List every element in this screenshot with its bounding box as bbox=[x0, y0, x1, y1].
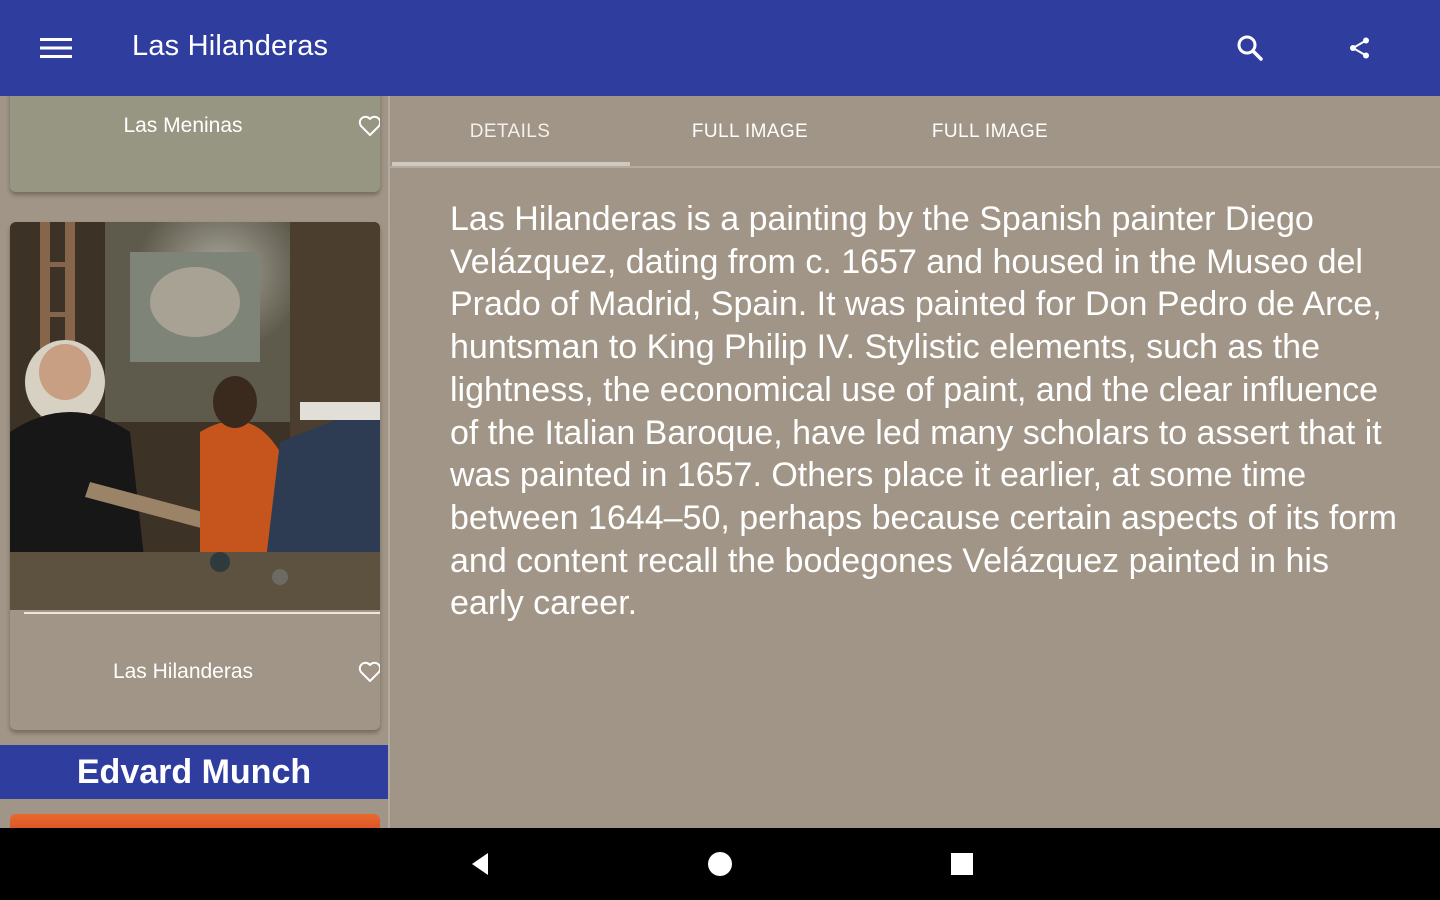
painting-description: Las Hilanderas is a painting by the Span… bbox=[450, 200, 1397, 623]
menu-icon bbox=[40, 38, 72, 58]
tab-full-image-2[interactable]: FULL IMAGE bbox=[870, 96, 1110, 168]
heart-outline-icon bbox=[358, 115, 380, 136]
recents-icon bbox=[951, 853, 973, 875]
recents-button[interactable] bbox=[932, 840, 992, 888]
divider bbox=[24, 612, 380, 614]
painting-card[interactable]: Las Meninas bbox=[10, 96, 380, 192]
search-button[interactable] bbox=[1226, 24, 1274, 72]
painting-card-title: Las Meninas bbox=[123, 114, 243, 137]
back-icon bbox=[472, 853, 488, 875]
search-icon bbox=[1237, 35, 1263, 61]
painting-card[interactable] bbox=[10, 814, 380, 828]
heart-outline-icon bbox=[358, 661, 380, 682]
system-nav-bar bbox=[0, 828, 1440, 900]
painting-card-title: Las Hilanderas bbox=[112, 660, 254, 683]
back-button[interactable] bbox=[450, 840, 510, 888]
tab-bar: DETAILS FULL IMAGE FULL IMAGE bbox=[390, 96, 1440, 168]
tab-details[interactable]: DETAILS bbox=[390, 96, 630, 168]
painting-card[interactable]: Las Hilanderas bbox=[10, 222, 380, 730]
share-icon bbox=[1350, 37, 1369, 59]
app-bar: Las Hilanderas bbox=[0, 0, 1440, 96]
tab-full-image[interactable]: FULL IMAGE bbox=[630, 96, 870, 168]
favorite-button[interactable] bbox=[356, 112, 380, 140]
page-title: Las Hilanderas bbox=[132, 30, 329, 62]
tab-indicator bbox=[392, 162, 630, 166]
artist-section-header: Edvard Munch bbox=[0, 745, 388, 799]
share-button[interactable] bbox=[1336, 24, 1384, 72]
home-button[interactable] bbox=[690, 840, 750, 888]
menu-button[interactable] bbox=[28, 24, 84, 72]
painting-image[interactable] bbox=[10, 222, 380, 610]
favorite-button[interactable] bbox=[356, 658, 380, 686]
home-icon bbox=[708, 852, 732, 876]
gallery-list[interactable]: Las Meninas Las Hilanderas Edvard Munch bbox=[0, 96, 390, 828]
detail-pane: DETAILS FULL IMAGE FULL IMAGE Las Hiland… bbox=[390, 96, 1440, 828]
